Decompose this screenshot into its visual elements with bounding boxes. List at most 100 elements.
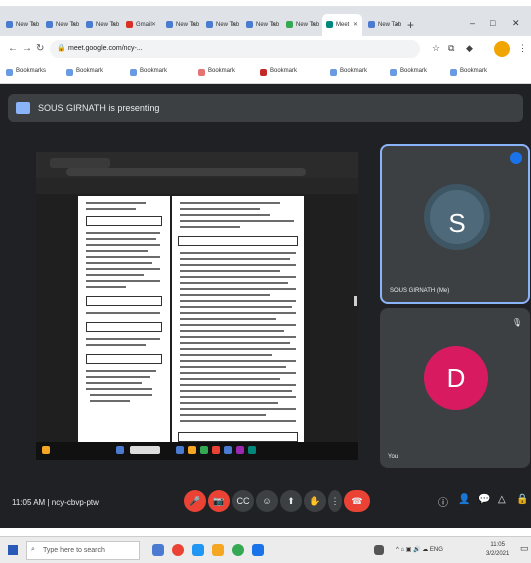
minimize-icon[interactable]: – [470,18,475,28]
text-line [180,342,290,344]
people-icon[interactable]: 👤 [458,494,470,505]
text-line [180,414,266,416]
menu-icon[interactable]: ⋮ [518,43,527,54]
close-tab-icon[interactable]: ✕ [71,21,76,28]
mic-off-icon: 🎙 [511,318,522,327]
shared-tab [50,158,110,168]
tab-favicon-icon [206,21,213,28]
bookmarks-bar: Bookmarks Bookmark Bookmark Bookmark Boo… [0,62,531,84]
tray-icons: ^ ⌂ ▣ 🔊 ☁ ENG [396,547,443,553]
participant-tile[interactable]: 🎙 D You [380,308,530,468]
text-line [86,232,160,234]
close-tab-icon[interactable]: ✕ [231,21,236,28]
more-options-button[interactable]: ⋮ [328,490,342,512]
close-tab-icon[interactable]: ✕ [191,21,196,28]
avatar: D [424,346,488,410]
tray-app-icon[interactable] [374,545,384,555]
section-heading-box [86,296,162,306]
browser-tab[interactable]: New Tab ✕ [202,14,240,36]
captions-button[interactable]: CC [232,490,254,512]
bookmark-item[interactable]: Bookmark [390,68,427,76]
shared-toolbar [36,178,358,194]
bookmark-item[interactable]: Bookmark [260,68,297,76]
emoji-button[interactable]: ☺ [256,490,278,512]
close-tab-icon[interactable]: ✕ [151,21,156,28]
text-line [180,396,296,398]
chrome-icon[interactable] [172,544,184,556]
word-icon[interactable] [252,544,264,556]
browser-tab[interactable]: New Tab ✕ [82,14,120,36]
chrome-app-icon[interactable] [232,544,244,556]
browser-tab[interactable]: New Tab ✕ [364,14,404,36]
tab-favicon-icon [126,21,133,28]
activities-icon[interactable]: △ [498,494,506,505]
bookmark-icon [450,69,457,76]
extension-icon[interactable]: ⧉ [448,43,454,54]
close-tab-icon[interactable]: ✕ [31,21,36,28]
section-heading-box [86,354,162,364]
text-line [86,262,152,264]
browser-tab[interactable]: New Tab ✕ [42,14,80,36]
close-tab-icon[interactable]: ✕ [353,21,358,28]
profile-avatar[interactable] [494,41,510,57]
close-window-icon[interactable]: ✕ [512,18,520,29]
extension-icon[interactable]: ◆ [466,43,473,54]
back-icon[interactable]: ← [8,43,18,54]
presenting-banner: SOUS GIRNATH is presenting [8,94,523,122]
shared-app-icon [248,446,256,454]
chat-icon[interactable]: 💬 [478,494,490,505]
search-icon: ⌕ [31,546,35,553]
info-icon[interactable]: ⓘ [438,494,448,509]
bookmark-item[interactable]: Bookmark [66,68,103,76]
leave-call-button[interactable]: ☎ [344,490,370,512]
shared-document-right [172,196,304,458]
presenting-text: SOUS GIRNATH is presenting [38,103,160,113]
mic-toggle-button[interactable]: 🎤 [184,490,206,512]
browser-tab[interactable]: Gmail ✕ [122,14,160,36]
windows-taskbar: ⌕ Type here to search ^ ⌂ ▣ 🔊 ☁ ENG 11:0… [0,536,531,563]
bookmark-icon [330,69,337,76]
browser-tab-active[interactable]: Meet ✕ [322,14,362,36]
browser-tab[interactable]: New Tab ✕ [282,14,320,36]
bookmark-item[interactable]: Bookmarks [6,68,46,76]
bookmark-item[interactable]: Bookmark [130,68,167,76]
reload-icon[interactable]: ↻ [36,43,44,54]
bookmark-star-icon[interactable]: ☆ [432,43,440,54]
task-view-icon[interactable] [152,544,164,556]
bookmark-item[interactable]: Bookmark [330,68,367,76]
bookmark-icon [130,69,137,76]
edge-icon[interactable] [192,544,204,556]
present-button[interactable]: ⬆ [280,490,302,512]
bookmark-item[interactable]: Bookmark [198,68,235,76]
raise-hand-button[interactable]: ✋ [304,490,326,512]
windows-start-icon[interactable] [8,545,18,555]
new-tab-icon[interactable]: + [407,18,414,32]
close-tab-icon[interactable]: ✕ [111,21,116,28]
browser-tab[interactable]: New Tab ✕ [2,14,40,36]
bookmark-item[interactable]: Bookmark [450,68,487,76]
notification-icon[interactable]: ▭ [520,543,529,554]
host-controls-icon[interactable]: 🔒 [516,494,528,505]
close-tab-icon[interactable]: ✕ [395,21,400,28]
close-tab-icon[interactable]: ✕ [311,21,316,28]
forward-icon[interactable]: → [22,43,32,54]
shared-screen [36,152,358,460]
address-bar[interactable]: 🔒 meet.google.com/ncy-... [50,40,420,58]
text-line [180,336,296,338]
taskbar-search-input[interactable]: ⌕ Type here to search [26,541,140,560]
maximize-icon[interactable]: □ [490,18,495,28]
system-clock[interactable]: 11:05 3/2/2021 [486,541,509,559]
tab-favicon-icon [368,21,375,28]
text-line [180,372,296,374]
participant-tile[interactable]: S SOUS GIRNATH (Me) [380,144,530,304]
text-line [180,306,292,308]
section-heading-box [178,236,298,246]
close-tab-icon[interactable]: ✕ [271,21,276,28]
camera-toggle-button[interactable]: 📷 [208,490,230,512]
browser-tab[interactable]: New Tab ✕ [162,14,200,36]
text-line [180,408,296,410]
clock-time: 11:05 [490,542,505,548]
browser-tab[interactable]: New Tab ✕ [242,14,280,36]
file-explorer-icon[interactable] [212,544,224,556]
text-line [86,238,156,240]
